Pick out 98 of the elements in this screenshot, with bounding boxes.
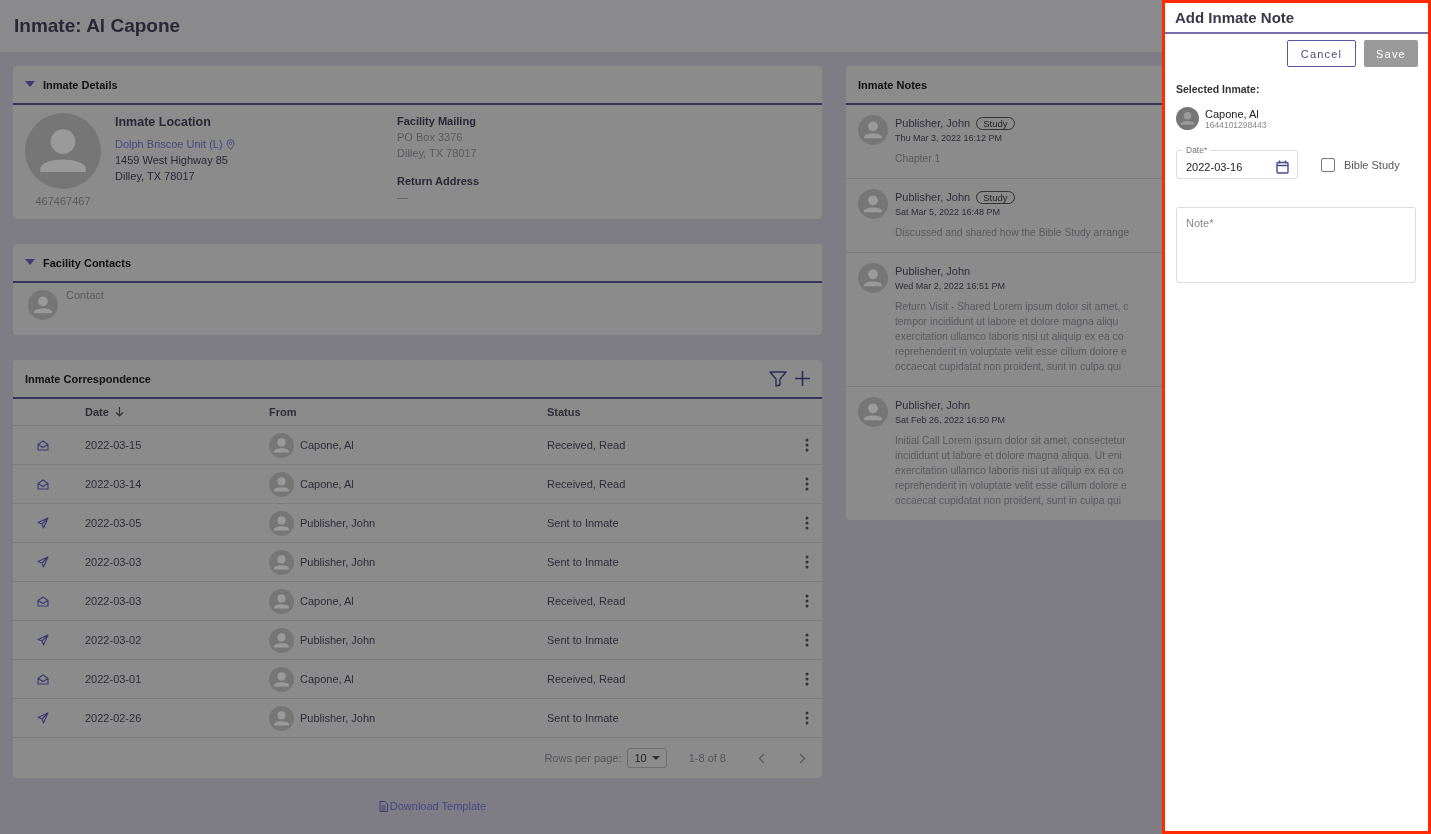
map-pin-icon — [225, 138, 235, 150]
more-options-icon[interactable] — [805, 555, 809, 569]
send-icon — [37, 712, 49, 724]
cancel-button[interactable]: Cancel — [1287, 40, 1356, 67]
column-header[interactable]: Date — [85, 406, 124, 418]
note-author: Publisher, John — [895, 399, 971, 411]
table-cell: 2022-03-02 — [85, 634, 142, 646]
avatar-icon — [25, 113, 101, 189]
avatar-icon — [1176, 107, 1199, 130]
table-cell: 2022-02-26 — [85, 712, 142, 724]
more-options-icon[interactable] — [805, 438, 809, 452]
page-title: Inmate: Al Capone — [14, 15, 181, 37]
dropdown-caret-icon — [651, 755, 660, 761]
envelope-icon — [37, 439, 49, 451]
table-cell: 2022-03-15 — [85, 439, 142, 451]
address-line: Dilley, TX 78017 — [115, 169, 196, 184]
table-cell: Capone, Al — [300, 673, 354, 685]
note-date: Sat Feb 26, 2022 16:50 PM — [895, 415, 1007, 425]
document-icon — [378, 800, 388, 812]
previous-page-icon[interactable] — [758, 752, 765, 764]
avatar-icon — [858, 397, 888, 427]
avatar-icon — [858, 115, 888, 145]
card-title: Inmate Notes — [858, 78, 929, 91]
table-cell: Publisher, John — [300, 634, 376, 646]
table-cell: Publisher, John — [300, 712, 376, 724]
address-line: 1459 West Highway 85 — [115, 153, 229, 168]
next-page-icon[interactable] — [799, 752, 806, 764]
send-icon — [37, 634, 49, 646]
avatar-icon — [269, 705, 294, 731]
table-cell: Received, Read — [547, 595, 626, 607]
checkbox-label: Bible Study — [1344, 158, 1400, 171]
avatar-icon — [269, 627, 294, 653]
drawer-title: Add Inmate Note — [1175, 9, 1295, 26]
table-cell: 2022-03-05 — [85, 517, 142, 529]
caret-icon[interactable] — [25, 259, 35, 266]
table-cell: 2022-03-01 — [85, 673, 142, 685]
column-header[interactable]: From — [269, 406, 297, 418]
checkbox[interactable] — [1321, 157, 1335, 172]
envelope-icon — [37, 673, 49, 685]
card-title: Inmate Correspondence — [25, 372, 152, 385]
avatar-icon — [28, 290, 58, 320]
note-date: Wed Mar 2, 2022 16:51 PM — [895, 281, 1006, 291]
table-cell: Sent to Inmate — [547, 634, 619, 646]
more-options-icon[interactable] — [805, 672, 809, 686]
table-cell: 2022-03-03 — [85, 556, 142, 568]
table-cell: Capone, Al — [300, 439, 354, 451]
note-author: Publisher, John — [895, 117, 971, 129]
more-options-icon[interactable] — [805, 594, 809, 608]
table-cell: 2022-03-14 — [85, 478, 142, 490]
selected-inmate-label: Selected Inmate: — [1176, 83, 1261, 95]
table-cell: Publisher, John — [300, 517, 376, 529]
table-cell: Received, Read — [547, 478, 626, 490]
note-date: Sat Mar 5, 2022 16:48 PM — [895, 207, 1002, 217]
rows-per-page-select[interactable]: 10 — [627, 748, 667, 768]
table-cell: Received, Read — [547, 673, 626, 685]
avatar-icon — [269, 471, 294, 497]
inmate-id: 1644101298443 — [1205, 119, 1267, 130]
more-options-icon[interactable] — [805, 633, 809, 647]
caret-icon[interactable] — [25, 81, 35, 88]
table-cell: Capone, Al — [300, 478, 354, 490]
note-field[interactable]: Note* — [1176, 207, 1416, 283]
avatar-icon — [269, 549, 294, 575]
note-date: Thu Mar 3, 2022 16:12 PM — [895, 133, 1004, 143]
table-cell: 2022-03-03 — [85, 595, 142, 607]
send-icon — [37, 517, 49, 529]
location-link[interactable]: Dolph Briscoe Unit (L) — [115, 136, 223, 152]
table-cell: Received, Read — [547, 439, 626, 451]
return-address: — — [397, 190, 409, 205]
filter-icon[interactable] — [769, 370, 787, 387]
more-options-icon[interactable] — [805, 711, 809, 725]
card-title: Facility Contacts — [43, 256, 133, 269]
table-cell: Capone, Al — [300, 595, 354, 607]
note-author: Publisher, John — [895, 191, 971, 203]
table-cell: Sent to Inmate — [547, 712, 619, 724]
avatar-icon — [269, 510, 294, 536]
more-options-icon[interactable] — [805, 477, 809, 491]
table-cell: Sent to Inmate — [547, 556, 619, 568]
avatar-icon — [269, 432, 294, 458]
inmate-name: Capone, Al — [1205, 107, 1260, 120]
add-icon[interactable] — [795, 371, 810, 386]
sort-arrow-icon[interactable] — [114, 407, 124, 417]
section-heading: Return Address — [397, 174, 480, 189]
avatar-icon — [858, 263, 888, 293]
calendar-icon[interactable] — [1276, 159, 1289, 174]
send-icon — [37, 556, 49, 568]
section-heading: Inmate Location — [115, 114, 212, 130]
envelope-icon — [37, 595, 49, 607]
note-author: Publisher, John — [895, 265, 971, 277]
avatar-icon — [858, 189, 888, 219]
column-header[interactable]: Status — [547, 406, 581, 418]
avatar-icon — [269, 588, 294, 614]
card-title: Inmate Details — [43, 78, 119, 91]
section-heading: Facility Mailing — [397, 114, 477, 129]
more-options-icon[interactable] — [805, 516, 809, 530]
envelope-icon — [37, 478, 49, 490]
avatar-icon — [269, 666, 294, 692]
table-cell: Publisher, John — [300, 556, 376, 568]
table-cell: Sent to Inmate — [547, 517, 619, 529]
